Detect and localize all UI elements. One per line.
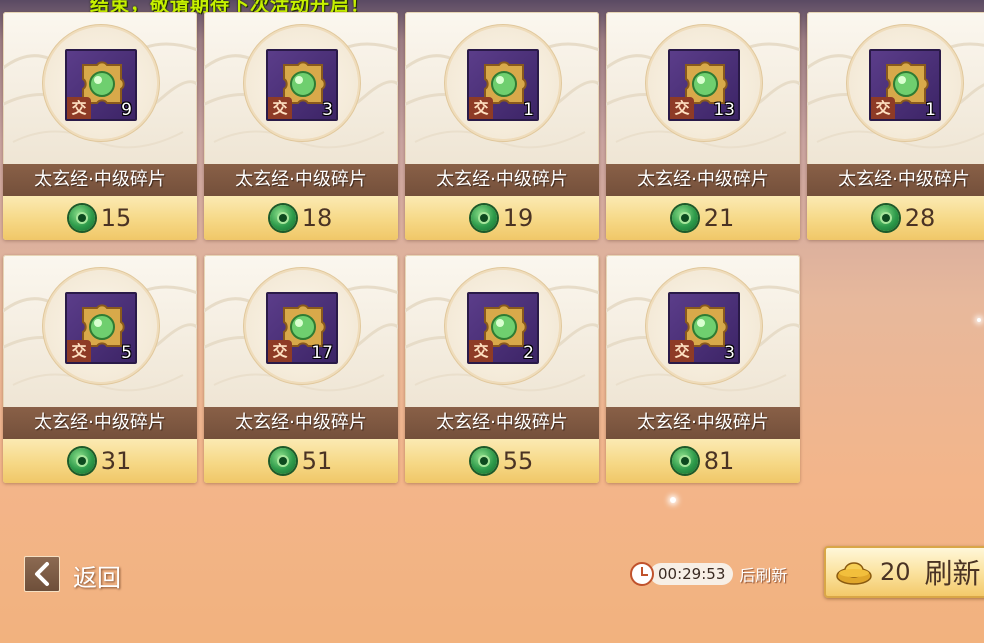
item-name: 太玄经·中级碎片 bbox=[3, 164, 197, 196]
refresh-button[interactable]: 20 刷新 bbox=[824, 546, 984, 598]
tradable-badge: 交 bbox=[268, 340, 292, 362]
item-price: 15 bbox=[100, 204, 132, 232]
tradable-badge: 交 bbox=[469, 97, 493, 119]
item-name: 太玄经·中级碎片 bbox=[204, 407, 398, 439]
jade-coin-icon bbox=[269, 448, 296, 474]
item-name: 太玄经·中级碎片 bbox=[807, 164, 984, 196]
timer-suffix: 后刷新 bbox=[739, 566, 788, 585]
refresh-label: 刷新 bbox=[924, 557, 981, 590]
tradable-badge: 交 bbox=[469, 340, 493, 362]
jade-coin-icon bbox=[269, 205, 296, 231]
item-name: 太玄经·中级碎片 bbox=[3, 407, 197, 439]
shop-item-card[interactable]: 交 2 太玄经·中级碎片 55 bbox=[405, 255, 599, 483]
gold-ingot-icon bbox=[836, 562, 872, 585]
jade-coin-icon bbox=[470, 448, 497, 474]
item-quantity: 13 bbox=[713, 100, 735, 120]
item-price: 28 bbox=[904, 204, 936, 232]
item-name: 太玄经·中级碎片 bbox=[606, 164, 800, 196]
puzzle-fragment-icon: 交 3 bbox=[266, 49, 338, 121]
jade-coin-icon bbox=[671, 205, 698, 231]
item-price: 21 bbox=[703, 204, 735, 232]
item-name: 太玄经·中级碎片 bbox=[405, 407, 599, 439]
item-price: 81 bbox=[703, 447, 735, 475]
shop-item-card[interactable]: 交 1 太玄经·中级碎片 28 bbox=[807, 12, 984, 240]
puzzle-fragment-icon: 交 1 bbox=[869, 49, 941, 121]
item-quantity: 3 bbox=[322, 100, 333, 120]
refresh-timer: 00:29:53 后刷新 bbox=[630, 561, 787, 587]
tradable-badge: 交 bbox=[670, 97, 694, 119]
item-price: 18 bbox=[301, 204, 333, 232]
shop-item-card[interactable]: 交 13 太玄经·中级碎片 21 bbox=[606, 12, 800, 240]
chevron-left-icon bbox=[35, 562, 49, 586]
price-bar: 15 bbox=[3, 196, 197, 240]
jade-coin-icon bbox=[68, 205, 95, 231]
timer-value: 00:29:53 bbox=[650, 563, 734, 585]
tradable-badge: 交 bbox=[871, 97, 895, 119]
price-bar: 81 bbox=[606, 439, 800, 483]
item-quantity: 2 bbox=[523, 343, 534, 363]
shop-item-card[interactable]: 交 5 太玄经·中级碎片 31 bbox=[3, 255, 197, 483]
item-quantity: 1 bbox=[925, 100, 936, 120]
clock-icon bbox=[630, 562, 654, 586]
puzzle-fragment-icon: 交 13 bbox=[668, 49, 740, 121]
jade-coin-icon bbox=[671, 448, 698, 474]
refresh-cost: 20 bbox=[880, 558, 911, 586]
shop-item-card[interactable]: 交 1 太玄经·中级碎片 19 bbox=[405, 12, 599, 240]
jade-coin-icon bbox=[872, 205, 899, 231]
tradable-badge: 交 bbox=[670, 340, 694, 362]
sparkle-decoration bbox=[977, 318, 981, 322]
item-name: 太玄经·中级碎片 bbox=[606, 407, 800, 439]
item-quantity: 17 bbox=[311, 343, 333, 363]
price-bar: 19 bbox=[405, 196, 599, 240]
jade-coin-icon bbox=[470, 205, 497, 231]
item-quantity: 5 bbox=[121, 343, 132, 363]
item-price: 55 bbox=[502, 447, 534, 475]
tradable-badge: 交 bbox=[268, 97, 292, 119]
price-bar: 28 bbox=[807, 196, 984, 240]
sparkle-decoration bbox=[670, 497, 676, 503]
puzzle-fragment-icon: 交 17 bbox=[266, 292, 338, 364]
item-name: 太玄经·中级碎片 bbox=[204, 164, 398, 196]
puzzle-fragment-icon: 交 1 bbox=[467, 49, 539, 121]
puzzle-fragment-icon: 交 9 bbox=[65, 49, 137, 121]
puzzle-fragment-icon: 交 3 bbox=[668, 292, 740, 364]
price-bar: 31 bbox=[3, 439, 197, 483]
shop-item-card[interactable]: 交 9 太玄经·中级碎片 15 bbox=[3, 12, 197, 240]
shop-item-card[interactable]: 交 3 太玄经·中级碎片 81 bbox=[606, 255, 800, 483]
price-bar: 55 bbox=[405, 439, 599, 483]
item-price: 19 bbox=[502, 204, 534, 232]
shop-item-card[interactable]: 交 17 太玄经·中级碎片 51 bbox=[204, 255, 398, 483]
price-bar: 21 bbox=[606, 196, 800, 240]
item-quantity: 9 bbox=[121, 100, 132, 120]
puzzle-fragment-icon: 交 5 bbox=[65, 292, 137, 364]
item-quantity: 3 bbox=[724, 343, 735, 363]
puzzle-fragment-icon: 交 2 bbox=[467, 292, 539, 364]
item-quantity: 1 bbox=[523, 100, 534, 120]
tradable-badge: 交 bbox=[67, 340, 91, 362]
jade-coin-icon bbox=[68, 448, 95, 474]
back-label[interactable]: 返回 bbox=[73, 558, 121, 593]
shop-item-card[interactable]: 交 3 太玄经·中级碎片 18 bbox=[204, 12, 398, 240]
item-price: 31 bbox=[100, 447, 132, 475]
price-bar: 51 bbox=[204, 439, 398, 483]
item-name: 太玄经·中级碎片 bbox=[405, 164, 599, 196]
item-price: 51 bbox=[301, 447, 333, 475]
back-button[interactable] bbox=[24, 556, 60, 592]
tradable-badge: 交 bbox=[67, 97, 91, 119]
price-bar: 18 bbox=[204, 196, 398, 240]
